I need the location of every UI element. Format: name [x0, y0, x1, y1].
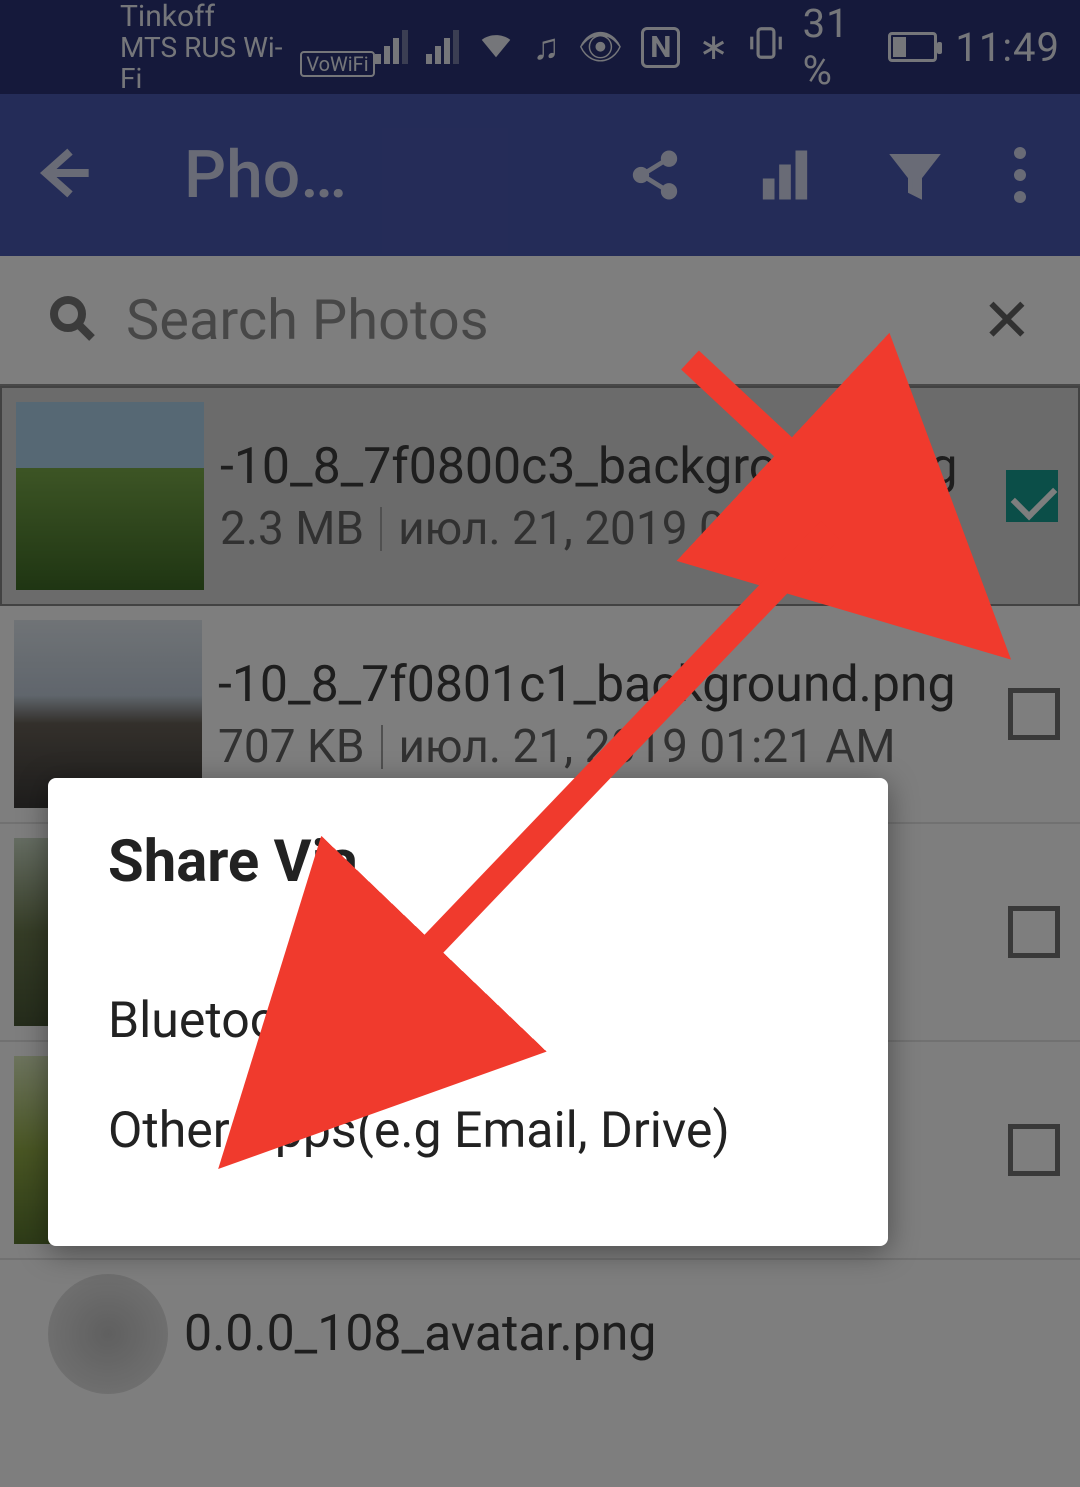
modal-scrim[interactable]	[0, 0, 1080, 1487]
dialog-title: Share Via	[108, 828, 828, 896]
share-dialog: Share Via Bluetooth Other Apps(e.g Email…	[48, 778, 888, 1246]
share-option-other-apps[interactable]: Other Apps(e.g Email, Drive)	[108, 1076, 828, 1186]
share-option-bluetooth[interactable]: Bluetooth	[108, 966, 828, 1076]
